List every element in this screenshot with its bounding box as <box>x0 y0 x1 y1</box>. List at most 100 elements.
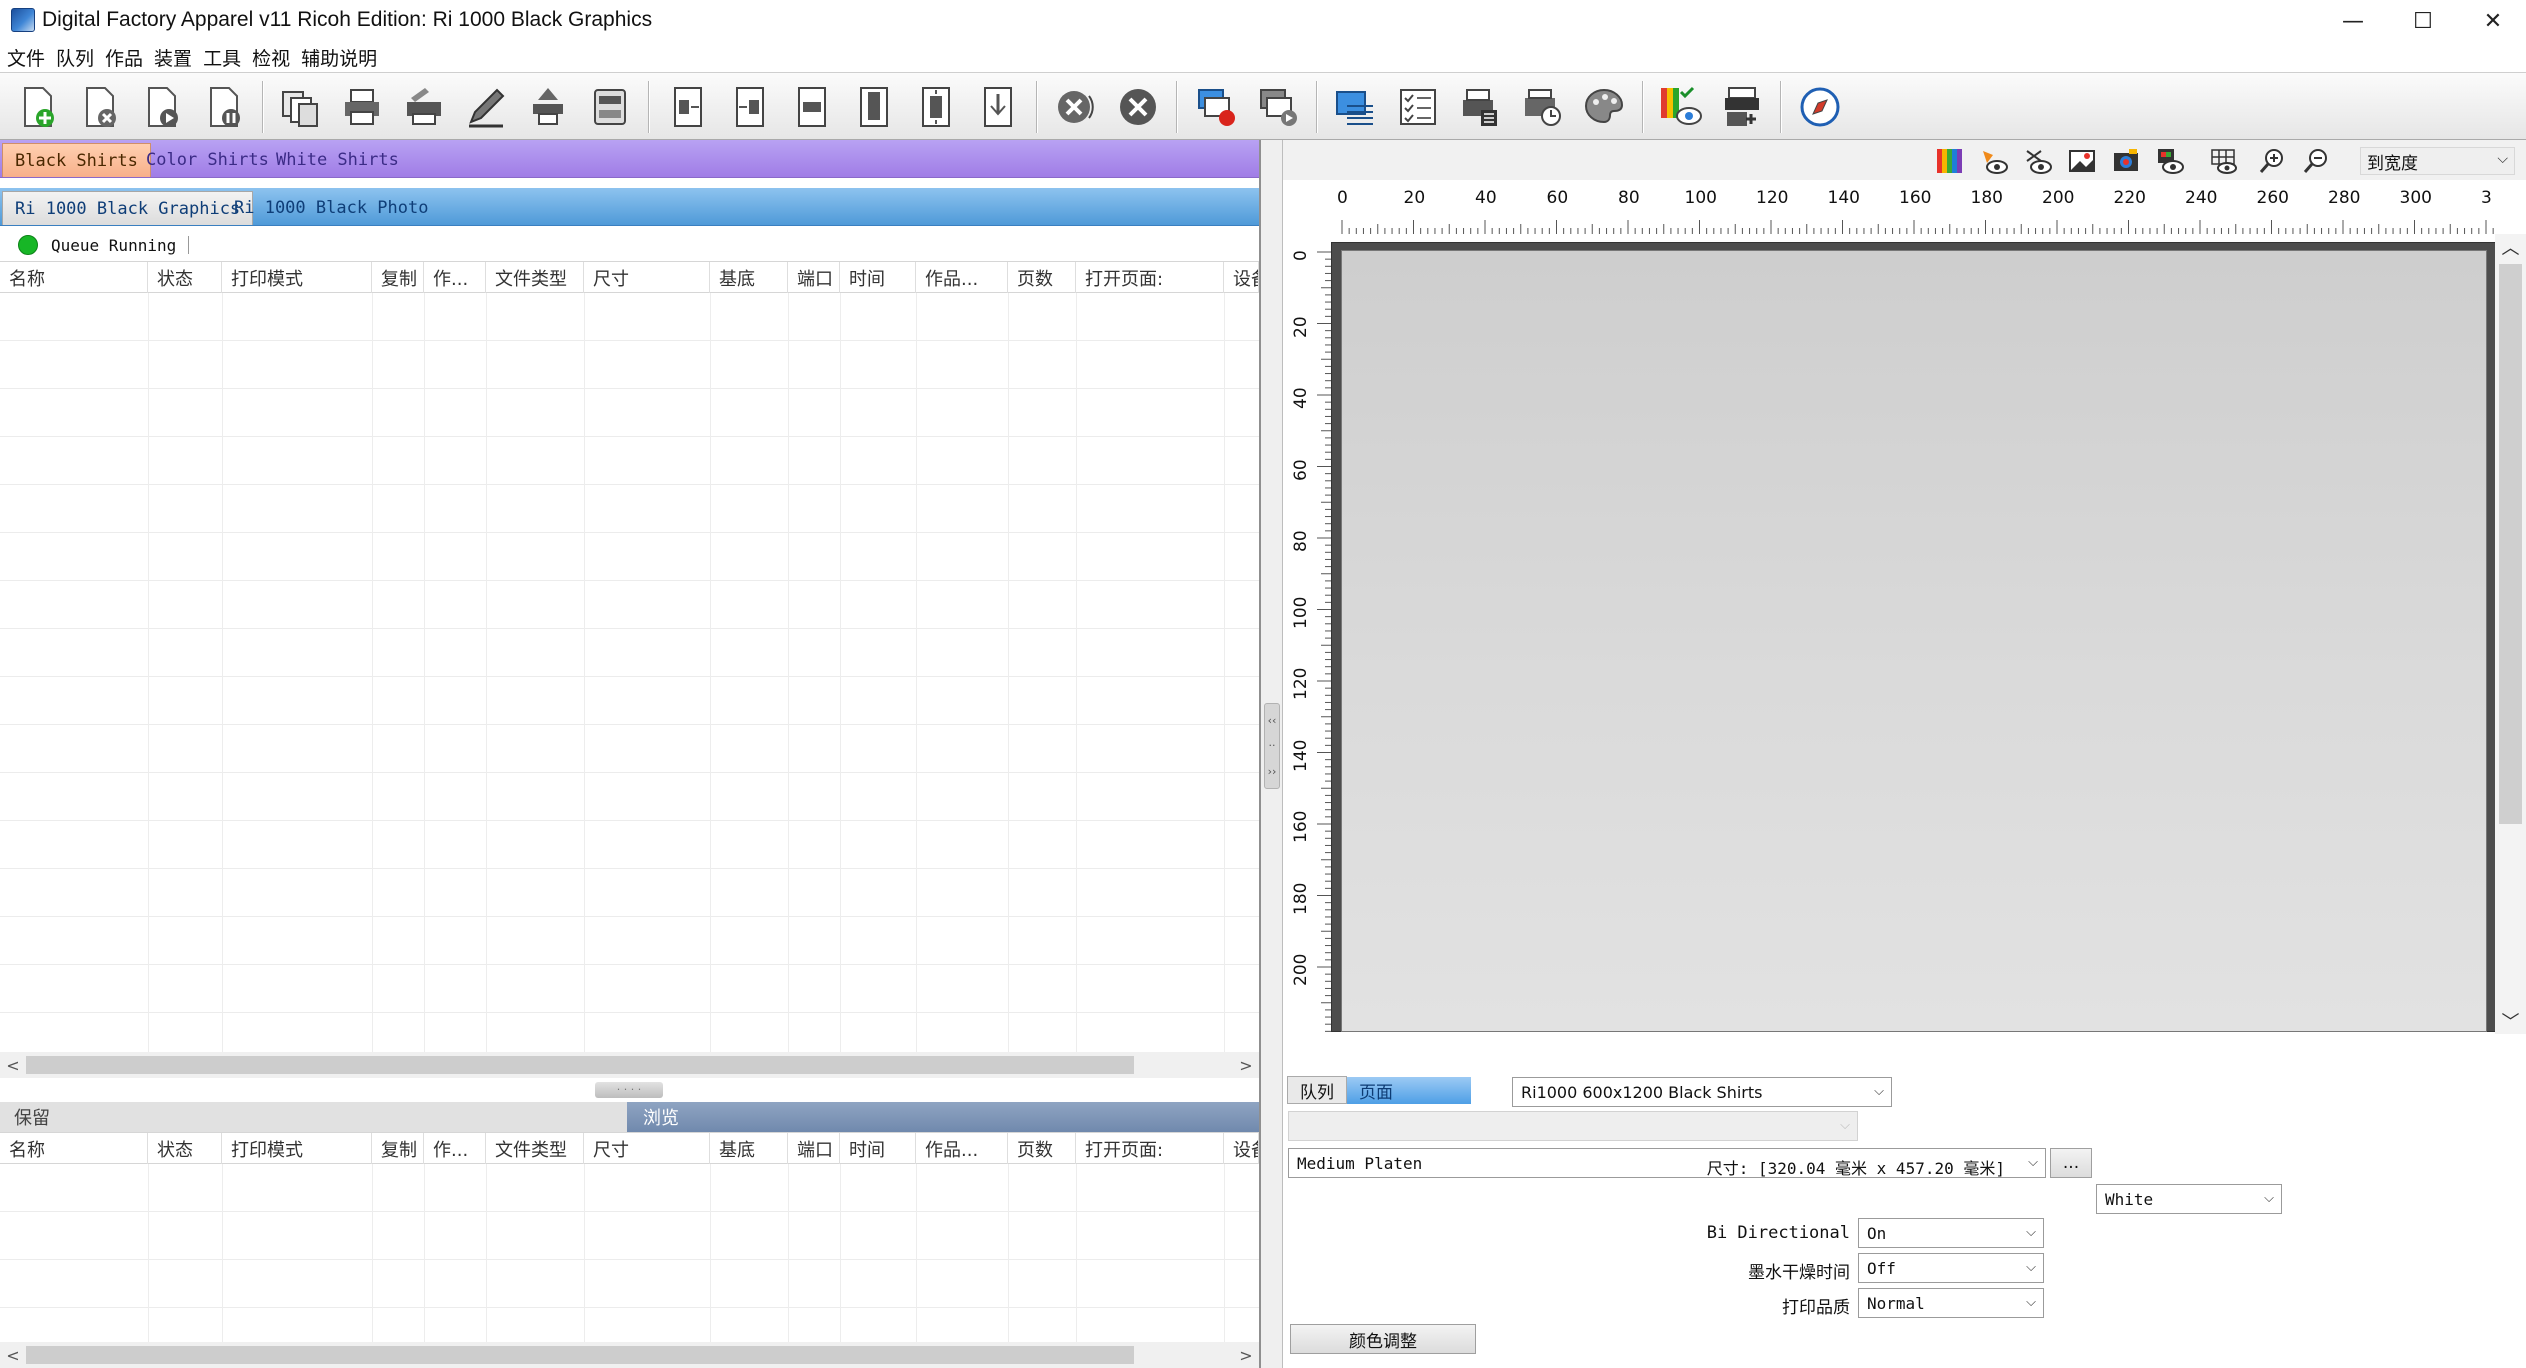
col-substrate[interactable]: 基底 <box>710 1133 788 1164</box>
col-copies[interactable]: 复制 <box>372 1133 424 1164</box>
center-horizontal-button[interactable] <box>788 83 836 131</box>
scroll-left-icon[interactable]: < <box>0 1342 26 1368</box>
stop-queue-button[interactable] <box>1192 83 1240 131</box>
layout-job-button[interactable] <box>524 83 572 131</box>
col-name[interactable]: 名称 <box>0 1133 148 1164</box>
col-pages[interactable]: 页数 <box>1008 1133 1076 1164</box>
show-grid-button[interactable] <box>2207 146 2241 176</box>
menu-tools[interactable]: 工具 <box>200 44 249 71</box>
col-port[interactable]: 端口 <box>788 1133 840 1164</box>
rip-job-button[interactable] <box>400 83 448 131</box>
align-bottom-button[interactable] <box>974 83 1022 131</box>
hold-table-body[interactable] <box>0 1164 1259 1342</box>
close-button[interactable]: ✕ <box>2458 0 2526 42</box>
pause-job-button[interactable] <box>200 83 248 131</box>
tab-hold[interactable]: 保留 <box>0 1102 627 1132</box>
col-open-page[interactable]: 打开页面: <box>1076 262 1224 293</box>
scroll-left-icon[interactable]: < <box>0 1052 26 1078</box>
bi-directional-select[interactable]: On ⌵ <box>1858 1218 2044 1248</box>
color-adjust-button[interactable]: 颜色调整 <box>1290 1324 1476 1354</box>
edit-job-button[interactable] <box>462 83 510 131</box>
preview-page[interactable] <box>1341 250 2487 1032</box>
zoom-select[interactable]: 到宽度 ⌵ <box>2360 147 2515 175</box>
print-job-button[interactable] <box>338 83 386 131</box>
ink-set-select[interactable]: White ⌵ <box>2096 1184 2282 1214</box>
preview-vscrollbar[interactable]: ︿ ﹀ <box>2495 234 2526 1034</box>
dry-time-select[interactable]: Off ⌵ <box>1858 1253 2044 1283</box>
scroll-thumb[interactable] <box>26 1056 1134 1074</box>
menu-view[interactable]: 检视 <box>249 44 298 71</box>
show-white-ink-button[interactable] <box>2065 146 2099 176</box>
proof-print-button[interactable] <box>1718 83 1766 131</box>
remove-job-button[interactable] <box>76 83 124 131</box>
tab-queue-settings[interactable]: 队列 <box>1287 1076 1347 1104</box>
copy-job-button[interactable] <box>276 83 324 131</box>
tab-browse[interactable]: 浏览 <box>627 1102 1259 1132</box>
secondary-select[interactable]: ⌵ <box>1288 1111 1858 1141</box>
center-vertical-button[interactable] <box>912 83 960 131</box>
col-copies[interactable]: 复制 <box>372 262 424 293</box>
zoom-in-button[interactable] <box>2255 146 2289 176</box>
col-print-mode[interactable]: 打印模式 <box>222 1133 372 1164</box>
menu-device[interactable]: 装置 <box>151 44 200 71</box>
tab-black-shirts[interactable]: Black Shirts <box>2 143 151 177</box>
tab-white-shirts[interactable]: White Shirts <box>264 143 411 177</box>
job-table-body[interactable] <box>0 293 1259 1052</box>
add-job-button[interactable] <box>14 83 62 131</box>
tab-page-settings[interactable]: 页面 <box>1347 1077 1471 1104</box>
scroll-up-icon[interactable]: ︿ <box>2495 234 2526 260</box>
minimize-button[interactable]: — <box>2318 0 2388 42</box>
scroll-right-icon[interactable]: > <box>1233 1052 1259 1078</box>
zoom-out-button[interactable] <box>2299 146 2333 176</box>
align-left-button[interactable] <box>664 83 712 131</box>
col-file-type[interactable]: 文件类型 <box>486 1133 584 1164</box>
col-print-mode[interactable]: 打印模式 <box>222 262 372 293</box>
col-status[interactable]: 状态 <box>148 1133 222 1164</box>
device-monitor-button[interactable] <box>1518 83 1566 131</box>
panel-splitter-handle[interactable]: · · · · <box>595 1082 663 1098</box>
col-job[interactable]: 作品... <box>916 262 1008 293</box>
job-table-hscrollbar[interactable]: < > <box>0 1052 1259 1078</box>
col-size[interactable]: 尺寸 <box>584 1133 710 1164</box>
tab-ri1000-black-graphics[interactable]: Ri 1000 Black Graphics <box>2 191 254 225</box>
printer-setup-button[interactable] <box>1456 83 1504 131</box>
col-substrate[interactable]: 基底 <box>710 262 788 293</box>
col-job[interactable]: 作品... <box>916 1133 1008 1164</box>
show-ink-button[interactable] <box>1977 146 2011 176</box>
media-more-button[interactable]: ... <box>2050 1148 2092 1178</box>
menu-queue[interactable]: 队列 <box>53 44 102 71</box>
collapse-panel-handle[interactable]: ‹‹ ·· ›› <box>1264 703 1280 789</box>
color-bars-button[interactable] <box>1933 146 1967 176</box>
preview-color-button[interactable] <box>1656 83 1704 131</box>
col-author[interactable]: 作... <box>424 1133 486 1164</box>
menu-help[interactable]: 辅助说明 <box>298 44 385 71</box>
scroll-right-icon[interactable]: > <box>1233 1342 1259 1368</box>
cancel-all-button[interactable] <box>1052 83 1100 131</box>
color-tools-button[interactable] <box>1580 83 1628 131</box>
scroll-thumb[interactable] <box>2499 264 2522 824</box>
col-author[interactable]: 作... <box>424 262 486 293</box>
col-time[interactable]: 时间 <box>840 1133 916 1164</box>
start-queue-button[interactable] <box>1254 83 1302 131</box>
play-job-button[interactable] <box>138 83 186 131</box>
col-status[interactable]: 状态 <box>148 262 222 293</box>
navigator-button[interactable] <box>1796 83 1844 131</box>
col-name[interactable]: 名称 <box>0 262 148 293</box>
queue-setup-button[interactable] <box>1332 83 1380 131</box>
show-image-button[interactable] <box>2109 146 2143 176</box>
col-device[interactable]: 设备 <box>1224 1133 1259 1164</box>
properties-button[interactable] <box>1394 83 1442 131</box>
col-pages[interactable]: 页数 <box>1008 262 1076 293</box>
print-mode-select[interactable]: Ri1000 600x1200 Black Shirts ⌵ <box>1512 1077 1892 1107</box>
maximize-button[interactable]: ☐ <box>2388 0 2458 42</box>
col-size[interactable]: 尺寸 <box>584 262 710 293</box>
hold-table-hscrollbar[interactable]: < > <box>0 1342 1259 1368</box>
scroll-down-icon[interactable]: ﹀ <box>2495 1008 2526 1034</box>
archive-job-button[interactable] <box>586 83 634 131</box>
scroll-thumb[interactable] <box>26 1346 1134 1364</box>
col-open-page[interactable]: 打开页面: <box>1076 1133 1224 1164</box>
align-right-button[interactable] <box>726 83 774 131</box>
tab-ri1000-black-photo[interactable]: Ri 1000 Black Photo <box>222 191 440 225</box>
stop-button[interactable] <box>1114 83 1162 131</box>
media-select[interactable]: Medium Platen 尺寸: [320.04 毫米 x 457.20 毫米… <box>1288 1148 2046 1178</box>
